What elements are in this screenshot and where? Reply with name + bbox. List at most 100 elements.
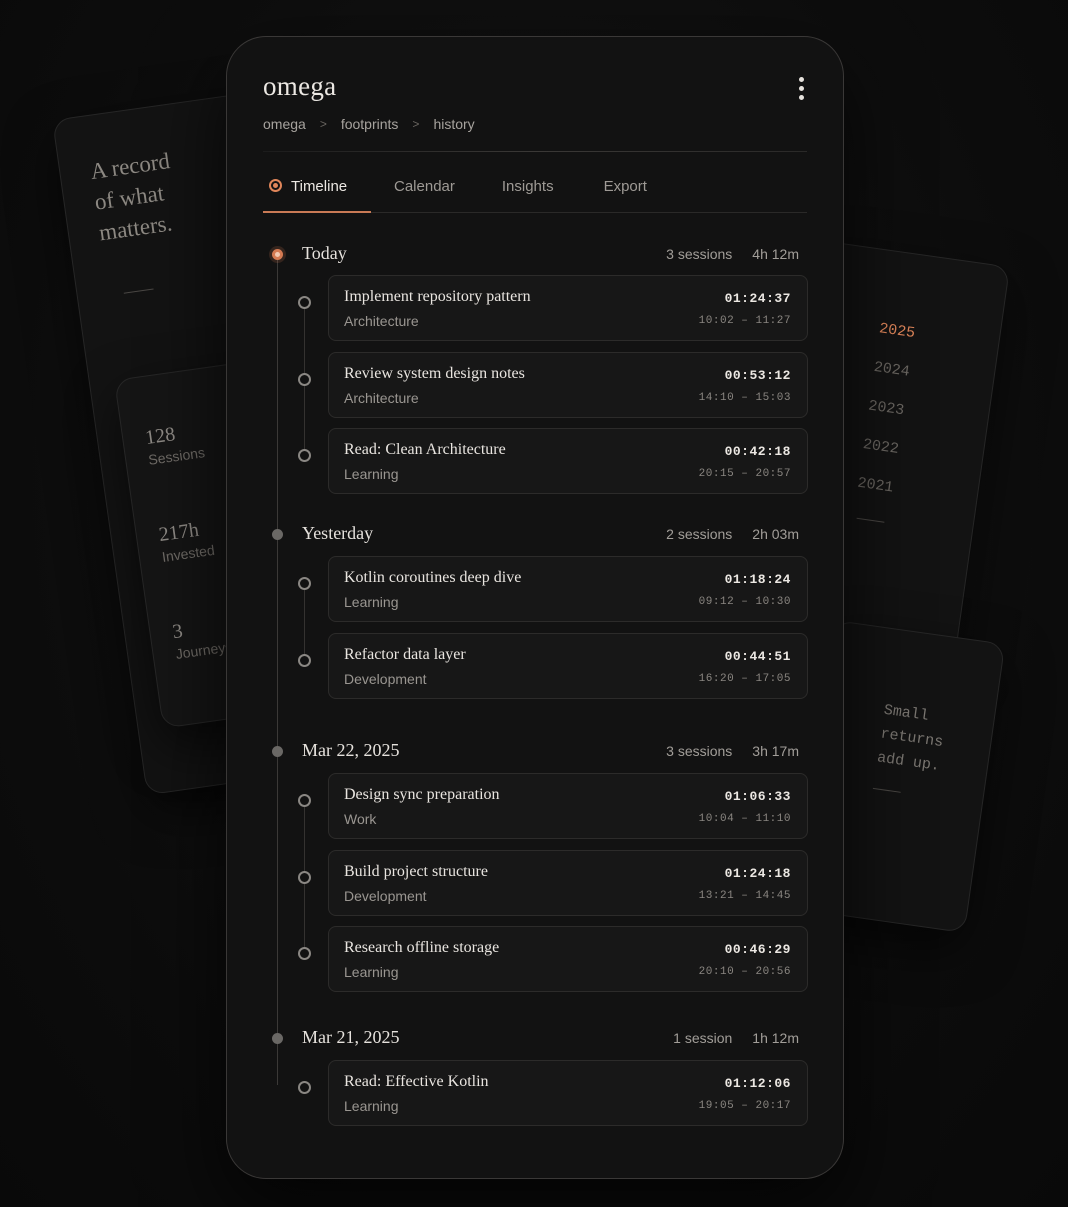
group-session-count: 1 session	[673, 1030, 733, 1046]
entry-dot-icon	[298, 449, 311, 462]
group-total-time: 4h 12m	[752, 246, 799, 262]
session-duration: 00:42:18	[724, 444, 791, 459]
tab-export[interactable]: Export	[604, 170, 647, 212]
session-card[interactable]: Design sync preparation Work 01:06:33 10:04…	[328, 773, 808, 839]
session-category: Development	[344, 670, 427, 687]
small-quote-divider	[872, 787, 901, 793]
session-category: Work	[344, 811, 377, 827]
tab-timeline[interactable]: Timeline	[263, 170, 371, 213]
session-time-range: 20:10 – 20:56	[698, 966, 791, 978]
session-time-range: 10:04 – 11:10	[698, 813, 791, 825]
group-header: Yesterday 2 sessions 2h 03m	[263, 523, 799, 547]
tab-calendar[interactable]: Calendar	[394, 170, 455, 212]
session-name: Read: Effective Kotlin	[344, 1073, 489, 1090]
session-duration: 01:18:24	[724, 572, 791, 587]
group-total-time: 3h 17m	[752, 743, 799, 759]
tab-label: Insights	[501, 178, 554, 195]
group-title: Yesterday	[302, 523, 374, 543]
group-summary: 2 sessions 2h 03m	[666, 526, 799, 542]
small-quote-text: Small returns add up.	[876, 701, 945, 775]
year-item: 2022	[861, 436, 900, 458]
app-title: omega	[263, 71, 337, 101]
entry-dot-icon	[298, 870, 311, 884]
tab-insights[interactable]: Insights	[502, 170, 554, 212]
session-name: Implement repository pattern	[344, 288, 531, 305]
session-card[interactable]: Review system design notes Architecture 00…	[328, 351, 808, 418]
stat-sessions: 128 Sessions	[144, 419, 206, 468]
stat-invested: 217h Invested	[158, 517, 216, 565]
year-list: 2025 2024 2023 2022 2021	[853, 320, 916, 523]
session-card[interactable]: Read: Effective Kotlin Learning 01:12:06 19…	[328, 1060, 808, 1126]
session-card[interactable]: Build project structure Development 01:24:…	[328, 849, 808, 916]
group-dot-icon	[272, 249, 283, 260]
breadcrumb-omega[interactable]: omega	[263, 116, 306, 132]
breadcrumb-footprints[interactable]: footprints	[341, 116, 399, 132]
session-duration: 01:06:33	[724, 789, 791, 804]
group-summary: 1 session 1h 12m	[673, 1030, 799, 1046]
session-time-range: 16:20 – 17:05	[698, 672, 791, 685]
session-category: Learning	[344, 1098, 399, 1114]
group-total-time: 2h 03m	[752, 526, 799, 542]
session-name: Build project structure	[344, 862, 488, 880]
session-time-range: 14:10 – 15:03	[698, 391, 791, 404]
session-card[interactable]: Refactor data layer Development 00:44:51 16…	[328, 632, 808, 699]
session-time-range: 13:21 – 14:45	[698, 889, 791, 902]
group-summary: 3 sessions 4h 12m	[666, 246, 799, 262]
quote-divider	[123, 288, 154, 294]
session-duration: 01:24:18	[724, 865, 791, 881]
target-icon	[269, 179, 282, 192]
breadcrumb-separator: >	[319, 117, 327, 131]
group-dot-icon	[272, 746, 283, 757]
session-duration: 00:53:12	[724, 367, 791, 383]
session-name: Kotlin coroutines deep dive	[344, 569, 522, 586]
quote-text: A record of what matters.	[88, 148, 174, 246]
stat-journeys: 3 Journeys	[171, 613, 233, 662]
header-divider	[263, 151, 807, 152]
session-category: Architecture	[344, 389, 419, 406]
group-session-count: 3 sessions	[666, 743, 733, 759]
group-session-count: 3 sessions	[666, 246, 733, 262]
breadcrumb: omega > footprints > history	[263, 116, 475, 132]
phone-screen: omega omega > footprints > history Timel…	[226, 36, 844, 1179]
session-time-range: 20:15 – 20:57	[698, 468, 791, 480]
session-duration: 00:44:51	[724, 648, 791, 664]
timeline-line	[277, 255, 278, 1085]
session-name: Research offline storage	[344, 939, 500, 956]
entry-dot-icon	[298, 947, 311, 960]
session-category: Development	[344, 887, 427, 904]
breadcrumb-history[interactable]: history	[433, 116, 474, 132]
group-header: Today 3 sessions 4h 12m	[263, 243, 799, 267]
group-session-count: 2 sessions	[666, 526, 733, 542]
session-card[interactable]: Research offline storage Learning 00:46:29…	[328, 926, 808, 992]
session-category: Learning	[344, 964, 399, 980]
session-name: Review system design notes	[344, 364, 525, 382]
session-category: Architecture	[344, 313, 419, 329]
group-title: Mar 21, 2025	[302, 1027, 400, 1047]
session-name: Design sync preparation	[344, 786, 500, 803]
group-header: Mar 22, 2025 3 sessions 3h 17m	[263, 740, 799, 764]
session-card[interactable]: Kotlin coroutines deep dive Learning 01:18…	[328, 556, 808, 622]
session-category: Learning	[344, 594, 399, 610]
session-card[interactable]: Implement repository pattern Architecture…	[328, 275, 808, 341]
entry-dot-icon	[298, 1081, 311, 1094]
more-options-icon[interactable]	[795, 77, 807, 103]
group-header: Mar 21, 2025 1 session 1h 12m	[263, 1027, 799, 1051]
session-duration: 01:24:37	[724, 291, 791, 306]
session-name: Refactor data layer	[344, 645, 466, 663]
session-category: Learning	[344, 466, 399, 482]
session-time-range: 19:05 – 20:17	[698, 1100, 791, 1112]
group-title: Today	[302, 243, 347, 263]
breadcrumb-separator: >	[412, 117, 420, 131]
entry-dot-icon	[298, 577, 311, 590]
years-divider	[856, 517, 885, 523]
session-duration: 00:46:29	[724, 942, 791, 957]
year-item: 2025	[878, 320, 917, 343]
tab-bar: Timeline Calendar Insights Export	[263, 170, 807, 213]
year-item: 2024	[872, 358, 911, 381]
entry-dot-icon	[298, 653, 311, 667]
group-dot-icon	[272, 1033, 283, 1044]
session-card[interactable]: Read: Clean Architecture Learning 00:42:18…	[328, 428, 808, 494]
session-time-range: 09:12 – 10:30	[698, 596, 791, 608]
session-time-range: 10:02 – 11:27	[698, 315, 791, 327]
group-dot-icon	[272, 529, 283, 540]
